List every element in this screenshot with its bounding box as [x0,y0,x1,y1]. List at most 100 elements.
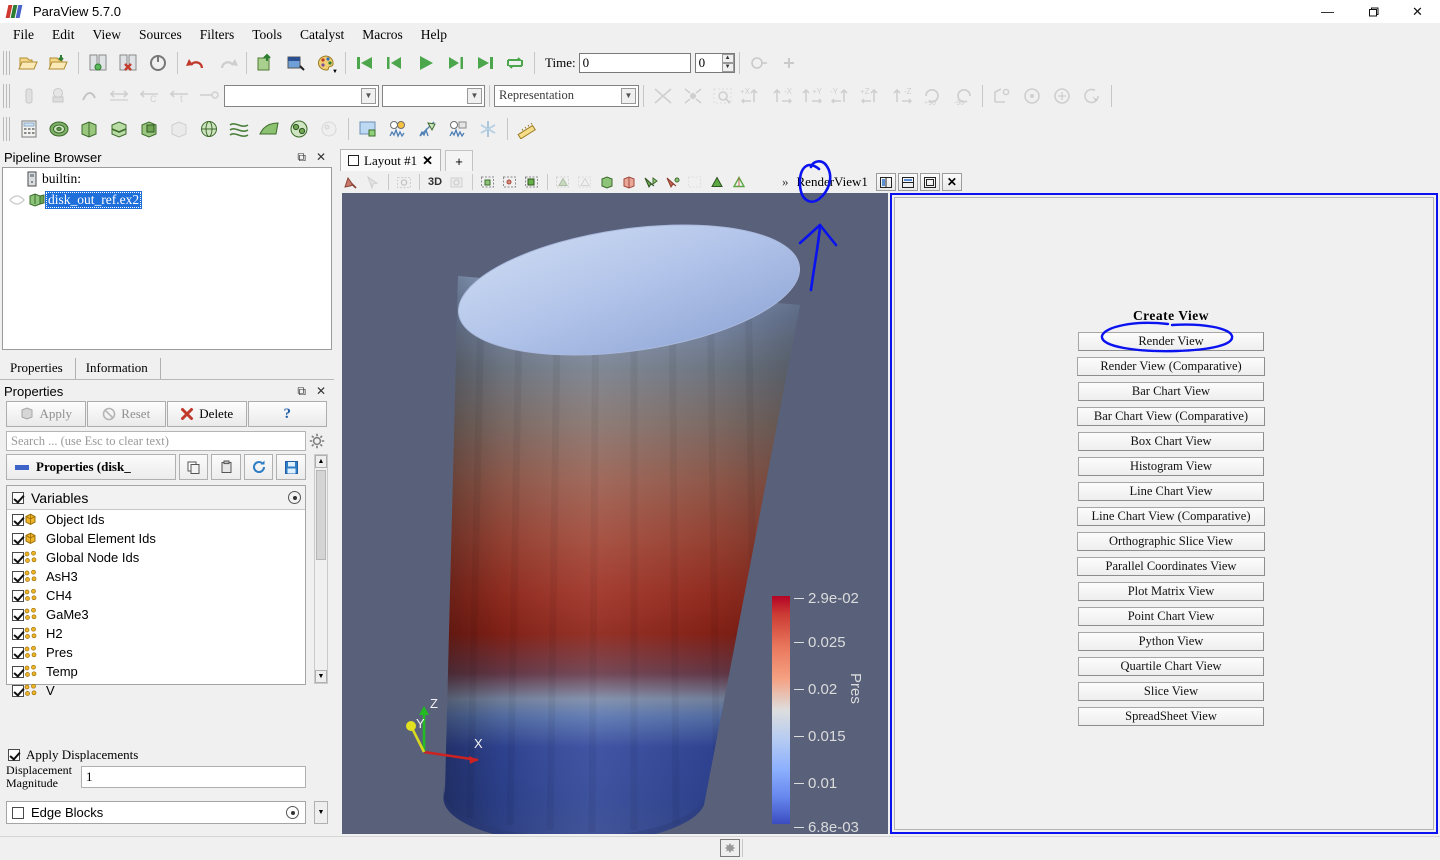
create-view-button[interactable]: Parallel Coordinates View [1077,557,1265,576]
rescale-data-range-button[interactable] [105,82,133,110]
warp-filter-button[interactable] [255,115,283,143]
play-button[interactable] [411,49,439,77]
camera-link-button[interactable] [745,49,773,77]
select-block-button[interactable] [597,172,617,192]
create-view-button[interactable]: Slice View [1078,682,1264,701]
extract-subset-button[interactable] [165,115,193,143]
create-view-button[interactable]: Line Chart View (Comparative) [1077,507,1265,526]
spin-up-icon[interactable]: ▲ [721,53,734,63]
edit-color-legend-button[interactable]: ▼ [312,49,340,77]
redo-button[interactable] [213,49,241,77]
variable-checkbox[interactable] [12,646,24,659]
eye-visibility-icon[interactable] [9,193,25,207]
select-cells-through-button[interactable] [522,172,542,192]
variables-list[interactable]: Variables Object Ids Global Element Ids Gl… [6,485,306,698]
color-map-editor-button[interactable] [282,49,310,77]
change-input-button[interactable] [252,49,280,77]
zoom-closest-button[interactable] [707,172,727,192]
scroll-down-button-2[interactable]: ▼ [314,801,328,824]
color-component-combo[interactable]: ▼ [382,84,485,107]
variables-options-icon[interactable] [288,491,301,504]
open-file-button[interactable] [15,49,43,77]
create-view-button[interactable]: Orthographic Slice View [1077,532,1265,551]
toolbar-overflow-button[interactable]: » [782,174,789,190]
tab-information[interactable]: Information [76,358,161,379]
slice-filter-button[interactable] [105,115,133,143]
variable-row[interactable]: AsH3 [7,567,305,586]
plot-data-over-time-button[interactable] [444,115,472,143]
edge-blocks-checkbox[interactable] [12,806,24,819]
clip-filter-button[interactable] [75,115,103,143]
variable-row[interactable]: Object Ids [7,510,305,529]
variable-checkbox[interactable] [12,551,24,564]
paste-properties-button[interactable] [211,454,241,480]
toggle-2d-3d-button[interactable]: 3D [425,172,445,192]
create-view-button[interactable]: Quartile Chart View [1078,657,1264,676]
scrollbar-thumb[interactable] [316,470,326,560]
reset-button[interactable]: Reset [86,401,166,427]
status-progress-button[interactable] [720,839,740,857]
calculator-filter-button[interactable] [15,115,43,143]
close-icon[interactable]: ✕ [316,150,326,165]
select-points-polygon-button[interactable] [553,172,573,192]
show-center-button[interactable] [988,82,1016,110]
menu-file[interactable]: File [4,25,43,45]
chevron-down-icon[interactable]: ▼ [361,87,376,104]
create-view-button[interactable]: Point Chart View [1078,607,1264,626]
menu-filters[interactable]: Filters [191,25,244,45]
connect-button[interactable] [84,49,112,77]
rescale-custom-range-button[interactable]: C [135,82,163,110]
variable-row[interactable]: H2 [7,624,305,643]
zoom-to-box-button[interactable] [709,82,737,110]
edge-blocks-options-icon[interactable] [286,806,299,819]
menu-help[interactable]: Help [412,25,456,45]
apply-button[interactable]: Apply [6,401,86,427]
properties-scrollbar[interactable]: ▲ ▼ [314,454,328,684]
layout-tab-close-icon[interactable]: ✕ [422,153,433,169]
camera-plus-x-button[interactable]: +X [739,82,767,110]
render-view-1[interactable]: X Z Y 2.9e-02 0.025 0.02 0.015 0.01 6.8e… [342,193,888,834]
empty-view-pane[interactable]: Create View Render View Render View (Comp… [890,193,1438,834]
interactive-select-cells-button[interactable] [619,172,639,192]
create-view-button[interactable]: Python View [1078,632,1264,651]
menu-view[interactable]: View [84,25,130,45]
color-array-combo[interactable]: ▼ [224,84,379,107]
variable-checkbox[interactable] [12,532,24,545]
add-layout-button[interactable]: + [444,150,473,171]
minimize-button[interactable]: — [1305,0,1350,23]
create-view-button[interactable]: Render View [1078,332,1264,351]
layout-tab-1[interactable]: Layout #1 ✕ [340,149,441,171]
camera-plus-y-button[interactable]: +Y [799,82,827,110]
apply-displacements-row[interactable]: Apply Displacements [8,747,138,763]
plot-over-time-button[interactable] [384,115,412,143]
variable-row[interactable]: CH4 [7,586,305,605]
create-view-button[interactable]: Plot Matrix View [1078,582,1264,601]
spin-down-icon[interactable]: ▼ [721,62,734,72]
reset-center-button[interactable] [1018,82,1046,110]
previous-frame-button[interactable] [381,49,409,77]
rescale-custom-button[interactable] [75,82,103,110]
save-defaults-button[interactable] [276,454,307,480]
variables-header-row[interactable]: Variables [7,486,305,510]
undock-icon[interactable]: ⧉ [297,150,306,165]
help-button[interactable]: ? [247,401,327,427]
toolbar-grip[interactable] [3,83,11,108]
chevron-down-icon[interactable]: ▼ [621,87,636,104]
pipeline-item-disk-out-ref[interactable]: disk_out_ref.ex2 [3,189,331,210]
first-frame-button[interactable] [351,49,379,77]
python-calculator-button[interactable] [474,115,502,143]
rotate-minus-90-button[interactable]: -90 [949,82,977,110]
toolbar-grip[interactable] [3,116,11,141]
stream-tracer-button[interactable] [225,115,253,143]
time-index-spin-arrows[interactable]: ▲ ▼ [721,53,734,72]
threshold-filter-button[interactable] [135,115,163,143]
rotate-plus-90-button[interactable]: +90 [919,82,947,110]
rotate-center-button[interactable] [1078,82,1106,110]
next-frame-button[interactable] [441,49,469,77]
create-view-button[interactable]: SpreadSheet View [1078,707,1264,726]
zoom-closest-2-button[interactable] [729,172,749,192]
variable-checkbox[interactable] [12,513,24,526]
toolbar-grip[interactable] [3,50,11,75]
menu-edit[interactable]: Edit [43,25,84,45]
toggle-scalar-bar-button[interactable] [195,82,223,110]
